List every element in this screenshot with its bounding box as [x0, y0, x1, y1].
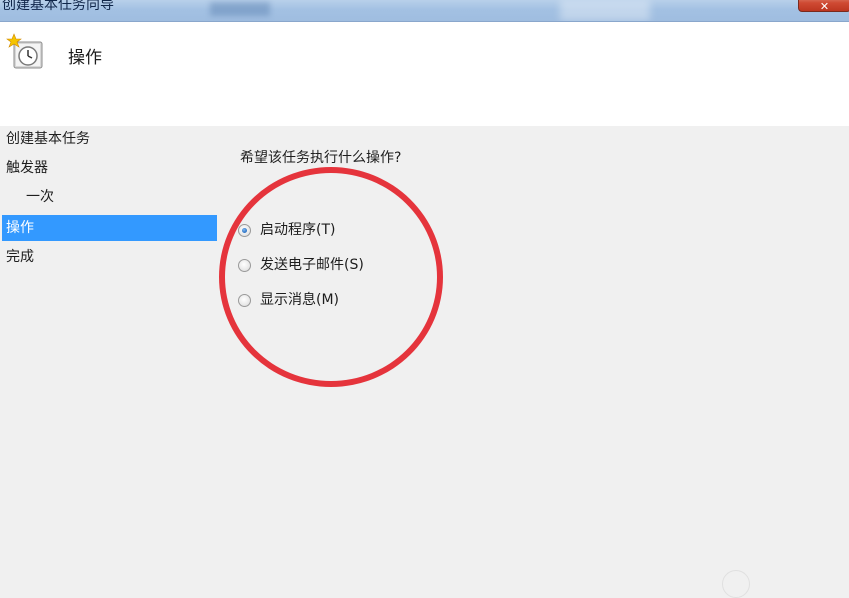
step-label: 创建基本任务	[6, 131, 90, 147]
step-label: 触发器	[6, 160, 48, 176]
radio-label: 显示消息(M)	[260, 292, 340, 308]
window-title: 创建基本任务向导	[2, 0, 114, 13]
title-bar-glare	[560, 0, 650, 21]
page-title: 操作	[68, 48, 102, 68]
step-finish[interactable]: 完成	[6, 244, 34, 270]
radio-button[interactable]	[238, 294, 251, 307]
task-clock-icon	[6, 33, 43, 69]
wizard-content: 希望该任务执行什么操作? 启动程序(T) 发送电子邮件(S) 显示消息(M)	[220, 126, 849, 580]
close-icon: ✕	[819, 0, 830, 13]
step-label: 操作	[6, 220, 34, 236]
wizard-step-list: 创建基本任务 触发器 一次 操作 完成	[0, 126, 220, 580]
step-label: 完成	[6, 249, 34, 265]
step-label: 一次	[26, 189, 54, 205]
step-action[interactable]: 操作	[2, 215, 217, 241]
radio-button[interactable]	[238, 224, 251, 237]
radio-button[interactable]	[238, 259, 251, 272]
close-button[interactable]: ✕	[798, 0, 849, 13]
wizard-header: 操作	[0, 22, 849, 126]
step-trigger[interactable]: 触发器	[6, 155, 48, 181]
action-question: 希望该任务执行什么操作?	[240, 150, 402, 166]
watermark-mark	[722, 570, 750, 598]
step-create-basic-task[interactable]: 创建基本任务	[6, 126, 90, 152]
title-bar-glare	[210, 2, 270, 16]
radio-label: 发送电子邮件(S)	[260, 257, 364, 273]
title-bar: 创建基本任务向导 ✕	[0, 0, 849, 22]
step-once[interactable]: 一次	[26, 184, 54, 210]
radio-label: 启动程序(T)	[260, 222, 336, 238]
